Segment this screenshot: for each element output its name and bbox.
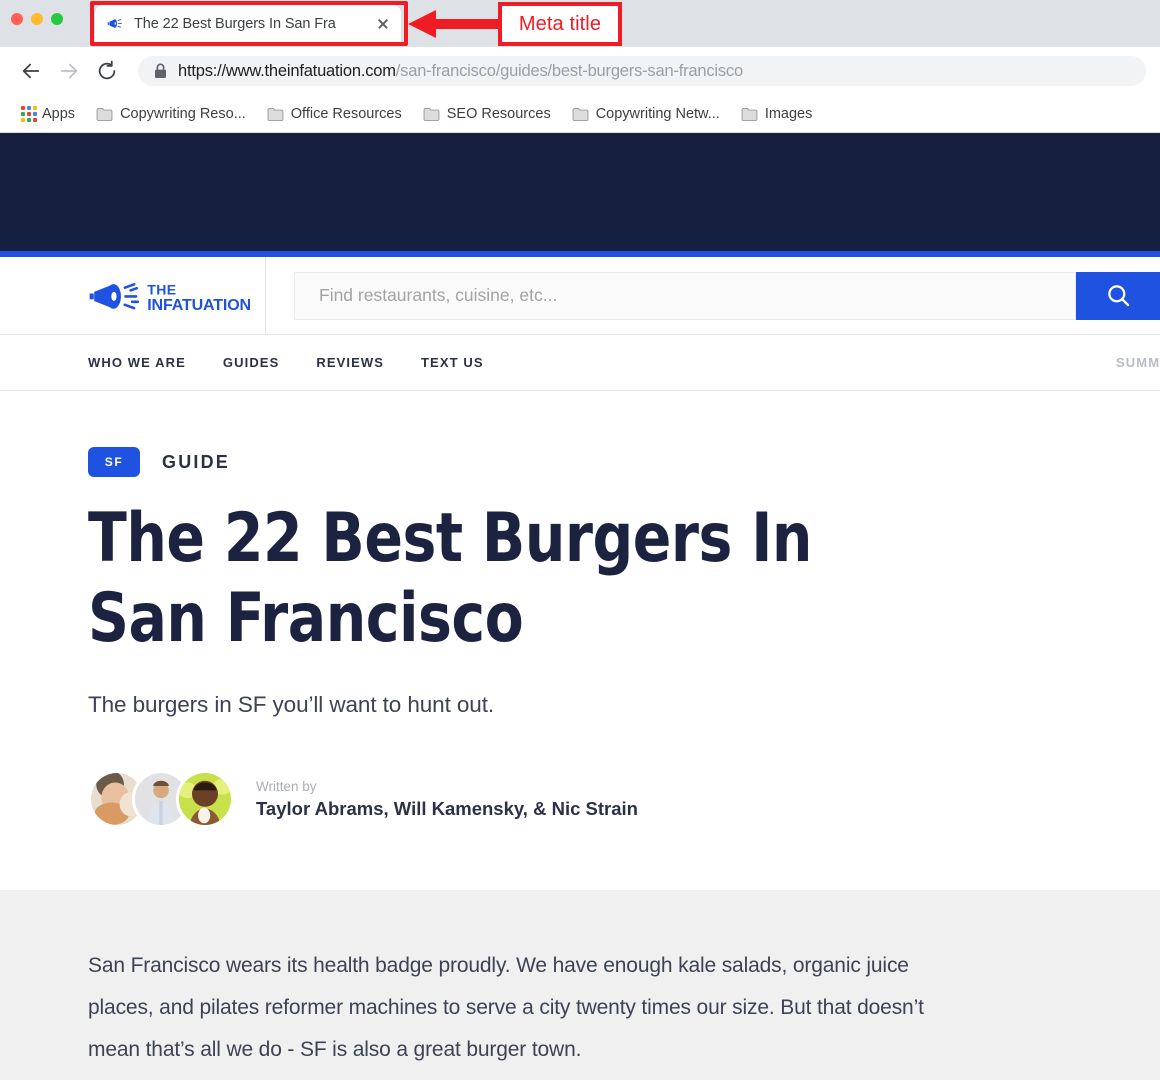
article-byline: Written by Taylor Abrams, Will Kamensky,… bbox=[88, 770, 1072, 829]
bookmark-seo-resources[interactable]: SEO Resources bbox=[415, 102, 559, 126]
back-button[interactable] bbox=[14, 54, 48, 88]
address-bar-host: https://www.theinfatuation.com bbox=[178, 61, 396, 80]
written-by-label: Written by bbox=[256, 778, 317, 794]
site-header: THE INFATUATION Find restaurants, cuisin… bbox=[0, 256, 1160, 335]
annotation-label: Meta title bbox=[498, 2, 622, 46]
bookmark-label: Apps bbox=[42, 105, 76, 122]
nav-item-who-we-are[interactable]: WHO WE ARE bbox=[88, 355, 186, 370]
bookmark-office-resources[interactable]: Office Resources bbox=[259, 102, 410, 126]
page-title: The 22 Best Burgers In San Francisco bbox=[88, 499, 812, 658]
lock-icon bbox=[155, 63, 166, 78]
site-search: Find restaurants, cuisine, etc... bbox=[266, 257, 1160, 335]
nav-item-reviews[interactable]: REVIEWS bbox=[316, 355, 384, 370]
browser-titlebar: The 22 Best Burgers In San Fra Meta titl… bbox=[0, 0, 1160, 47]
article-subtitle: The burgers in SF you’ll want to hunt ou… bbox=[88, 692, 495, 718]
nav-item-text-us[interactable]: TEXT US bbox=[421, 355, 484, 370]
reload-button[interactable] bbox=[90, 54, 124, 88]
close-tab-icon[interactable] bbox=[374, 15, 392, 33]
article-lede-paragraph: San Francisco wears its health badge pro… bbox=[88, 954, 924, 1062]
address-bar[interactable]: https://www.theinfatuation.com/san-franc… bbox=[138, 56, 1146, 86]
back-arrow-icon bbox=[22, 63, 40, 79]
address-bar-url: https://www.theinfatuation.com/san-franc… bbox=[178, 62, 743, 81]
article-type-label: GUIDE bbox=[162, 451, 231, 472]
the-infatuation-logo-icon: THE INFATUATION bbox=[89, 281, 251, 313]
folder-icon bbox=[741, 107, 758, 121]
author-names[interactable]: Taylor Abrams, Will Kamensky, & Nic Stra… bbox=[256, 798, 638, 820]
search-submit-button[interactable] bbox=[1076, 271, 1160, 320]
browser-tab[interactable]: The 22 Best Burgers In San Fra bbox=[95, 5, 401, 42]
site-logo[interactable]: THE INFATUATION bbox=[0, 256, 266, 335]
bookmark-images[interactable]: Images bbox=[733, 102, 821, 126]
site-navigation: WHO WE ARE GUIDES REVIEWS TEXT US SUMM bbox=[0, 335, 1160, 391]
bookmark-label: SEO Resources bbox=[446, 105, 551, 122]
avatar[interactable] bbox=[176, 770, 234, 829]
search-input[interactable]: Find restaurants, cuisine, etc... bbox=[294, 271, 1076, 320]
megaphone-favicon-icon bbox=[107, 19, 122, 28]
svg-text:INFATUATION: INFATUATION bbox=[147, 295, 251, 313]
city-badge-sf[interactable]: SF bbox=[88, 447, 140, 477]
reload-icon bbox=[98, 60, 116, 80]
article-hero: SF GUIDE The 22 Best Burgers In San Fran… bbox=[0, 391, 1160, 829]
minimize-window-button[interactable] bbox=[31, 13, 43, 25]
address-bar-path: /san-francisco/guides/best-burgers-san-f… bbox=[395, 61, 743, 80]
browser-toolbar: https://www.theinfatuation.com/san-franc… bbox=[0, 47, 1160, 95]
bookmark-label: Copywriting Reso... bbox=[120, 105, 246, 122]
search-placeholder: Find restaurants, cuisine, etc... bbox=[319, 285, 558, 305]
bookmark-label: Copywriting Netw... bbox=[595, 105, 720, 122]
maximize-window-button[interactable] bbox=[51, 13, 63, 25]
nav-links: WHO WE ARE GUIDES REVIEWS TEXT US bbox=[88, 355, 484, 370]
author-avatars bbox=[88, 770, 234, 829]
annotation-left-arrow-icon bbox=[408, 10, 502, 38]
close-window-button[interactable] bbox=[11, 13, 23, 25]
bookmark-apps[interactable]: Apps bbox=[13, 102, 83, 126]
folder-icon bbox=[96, 107, 113, 121]
apps-grid-icon bbox=[21, 105, 37, 122]
nav-item-guides[interactable]: GUIDES bbox=[223, 355, 279, 370]
author-avatar-3-image bbox=[179, 773, 231, 826]
forward-arrow-icon bbox=[60, 63, 78, 79]
browser-chrome: The 22 Best Burgers In San Fra Meta titl… bbox=[0, 0, 1160, 133]
tab-title: The 22 Best Burgers In San Fra bbox=[134, 15, 336, 32]
forward-button[interactable] bbox=[52, 54, 86, 88]
bookmark-copywriting-network[interactable]: Copywriting Netw... bbox=[564, 102, 728, 126]
byline-text: Written by Taylor Abrams, Will Kamensky,… bbox=[256, 779, 638, 820]
folder-icon bbox=[572, 107, 589, 121]
folder-icon bbox=[267, 107, 284, 121]
bookmark-label: Images bbox=[764, 105, 813, 122]
svg-text:THE: THE bbox=[147, 281, 176, 297]
bookmark-copywriting-resources[interactable]: Copywriting Reso... bbox=[88, 102, 254, 126]
window-traffic-lights bbox=[11, 13, 63, 25]
article-kicker-row: SF GUIDE bbox=[88, 447, 1072, 477]
article-lede-section: San Francisco wears its health badge pro… bbox=[0, 890, 1160, 1080]
search-icon bbox=[1107, 285, 1129, 307]
bookmarks-bar: Apps Copywriting Reso... Office Resource… bbox=[0, 95, 1160, 133]
bookmark-label: Office Resources bbox=[290, 105, 402, 122]
folder-icon bbox=[423, 107, 440, 121]
site-top-banner bbox=[0, 133, 1160, 251]
nav-item-summer-truncated[interactable]: SUMM bbox=[1116, 355, 1160, 370]
